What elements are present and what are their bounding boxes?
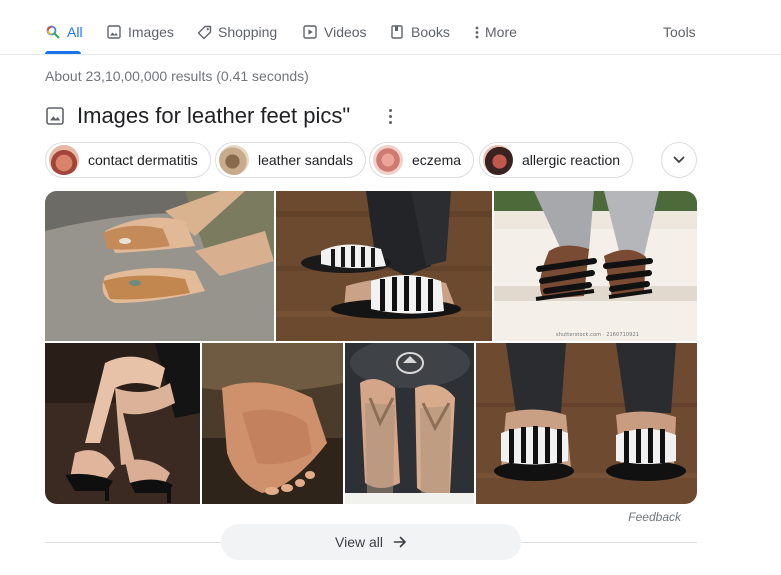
more-options-icon[interactable]: [381, 106, 399, 126]
search-icon: [45, 24, 61, 40]
tab-images[interactable]: Images: [106, 22, 174, 42]
image-result-1[interactable]: [45, 191, 274, 341]
tab-shopping[interactable]: Shopping: [196, 22, 277, 42]
image-icon: [45, 106, 65, 126]
chip-allergic-reaction[interactable]: allergic reaction: [479, 142, 634, 178]
feedback-link[interactable]: Feedback: [628, 510, 681, 524]
tab-books[interactable]: Books: [389, 22, 450, 42]
tools-button[interactable]: Tools: [663, 22, 696, 42]
play-icon: [302, 24, 318, 40]
arrow-right-icon: [393, 535, 407, 549]
chevron-down-icon[interactable]: [661, 142, 697, 178]
chip-leather-sandals[interactable]: leather sandals: [215, 142, 366, 178]
chip-thumbnail: [483, 145, 513, 175]
tools-label: Tools: [663, 24, 696, 40]
chip-label: contact dermatitis: [88, 152, 198, 168]
image-results-grid: shutterstock.com · 2160710921: [45, 191, 697, 504]
image-result-2[interactable]: [276, 191, 492, 341]
chip-thumbnail: [219, 145, 249, 175]
tag-icon: [196, 24, 212, 40]
tab-label: Shopping: [218, 24, 278, 40]
images-section-title: Images for leather feet pics": [77, 103, 351, 128]
image-icon: [106, 24, 122, 40]
active-tab-indicator: [45, 51, 81, 54]
view-all-button[interactable]: View all: [221, 524, 521, 560]
chip-label: allergic reaction: [522, 152, 621, 168]
chip-label: leather sandals: [258, 152, 353, 168]
chip-thumbnail: [373, 145, 403, 175]
tab-label: Videos: [324, 24, 367, 40]
tab-label: All: [67, 24, 83, 40]
tab-label: Images: [128, 24, 174, 40]
view-all-label: View all: [335, 534, 383, 550]
chip-eczema[interactable]: eczema: [369, 142, 475, 178]
image-result-6[interactable]: [345, 343, 474, 504]
images-section-header: Images for leather feet pics": [45, 100, 350, 132]
chip-contact-dermatitis[interactable]: contact dermatitis: [45, 142, 211, 178]
image-result-4[interactable]: [45, 343, 200, 504]
image-result-7[interactable]: [476, 343, 697, 504]
tab-label: More: [485, 24, 517, 40]
tab-videos[interactable]: Videos: [302, 22, 367, 42]
search-tabs-bar: All Images Shopping Videos Books More To…: [0, 0, 781, 55]
result-stats: About 23,10,00,000 results (0.41 seconds…: [45, 68, 309, 84]
more-vert-icon: [474, 24, 480, 40]
image-result-5[interactable]: [202, 343, 343, 504]
image-watermark: shutterstock.com · 2160710921: [556, 332, 640, 338]
tab-label: Books: [411, 24, 450, 40]
tab-more[interactable]: More: [474, 22, 517, 42]
book-icon: [389, 24, 405, 40]
chip-label: eczema: [412, 152, 462, 168]
image-result-3[interactable]: shutterstock.com · 2160710921: [494, 191, 697, 341]
chip-thumbnail: [49, 145, 79, 175]
tab-all[interactable]: All: [45, 22, 83, 42]
